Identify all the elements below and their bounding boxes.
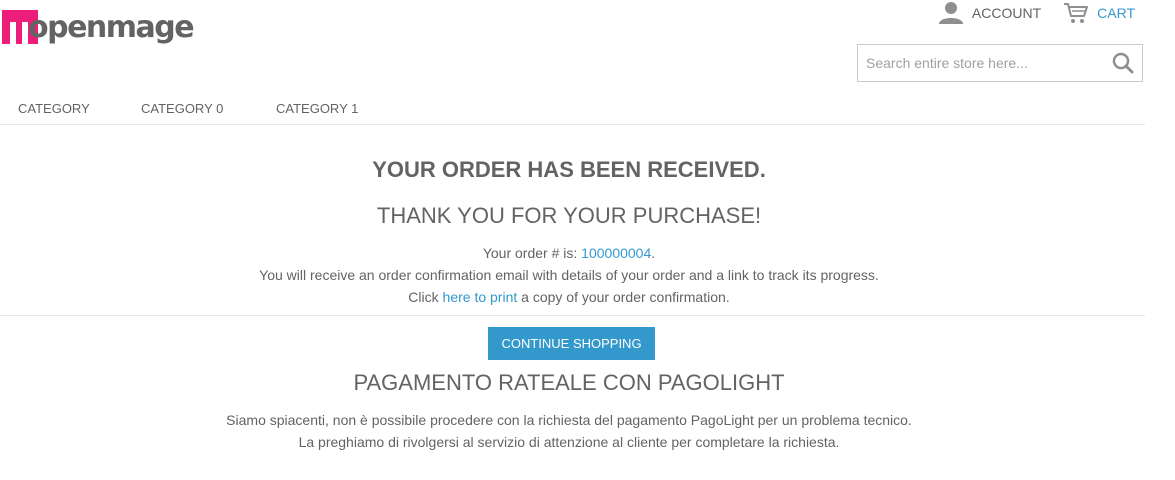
print-suffix: a copy of your order confirmation. bbox=[517, 289, 730, 305]
page-title: YOUR ORDER HAS BEEN RECEIVED. bbox=[372, 157, 766, 182]
search-box bbox=[857, 44, 1143, 82]
pagolight-contact-text: La preghiamo di rivolgersi al servizio d… bbox=[298, 434, 840, 450]
order-suffix: . bbox=[651, 245, 656, 261]
order-number-link[interactable]: 100000004 bbox=[581, 245, 651, 261]
account-link[interactable]: ACCOUNT bbox=[938, 1, 1041, 25]
logo-text: openmage bbox=[28, 10, 195, 45]
thank-you-heading: THANK YOU FOR YOUR PURCHASE! bbox=[376, 203, 762, 228]
nav-item-category[interactable]: CATEGORY bbox=[18, 94, 90, 124]
print-link[interactable]: here to print bbox=[443, 289, 518, 305]
order-prefix: Your order # is: bbox=[482, 245, 582, 261]
pagolight-heading: PAGAMENTO RATEALE CON PAGOLIGHT bbox=[353, 370, 785, 395]
user-icon bbox=[938, 2, 963, 24]
confirmation-text: You will receive an order confirmation e… bbox=[259, 267, 879, 283]
search-input[interactable] bbox=[858, 45, 1102, 81]
continue-shopping-button[interactable]: CONTINUE SHOPPING bbox=[488, 327, 655, 360]
cart-label: CART bbox=[1097, 5, 1135, 21]
order-number-line: Your order # is: 100000004. bbox=[0, 242, 1138, 264]
account-label: ACCOUNT bbox=[971, 5, 1042, 21]
print-line: Click here to print a copy of your order… bbox=[0, 286, 1138, 308]
print-prefix: Click bbox=[408, 289, 443, 305]
nav-item-category-0[interactable]: CATEGORY 0 bbox=[141, 94, 223, 124]
pagolight-error-text: Siamo spiacenti, non è possibile procede… bbox=[226, 412, 912, 428]
cart-link[interactable]: CART bbox=[1063, 1, 1135, 25]
cart-icon bbox=[1064, 3, 1089, 23]
main-nav: CATEGORY CATEGORY 0 CATEGORY 1 bbox=[0, 94, 1145, 125]
nav-item-category-1[interactable]: CATEGORY 1 bbox=[276, 94, 358, 124]
top-links: ACCOUNT CART bbox=[916, 0, 1135, 26]
search-icon[interactable] bbox=[1112, 52, 1134, 74]
divider bbox=[0, 315, 1145, 316]
